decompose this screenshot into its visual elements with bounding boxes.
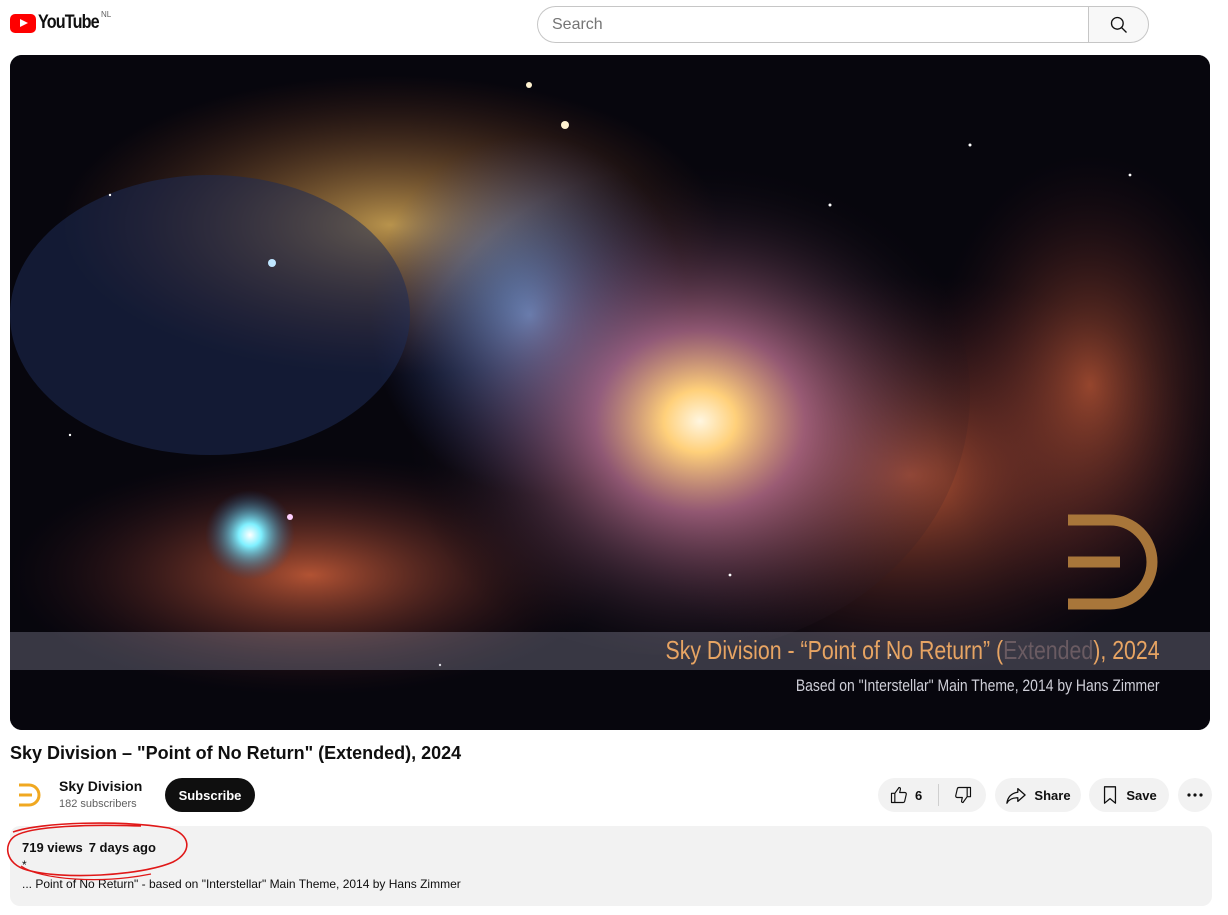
- region-code: NL: [101, 10, 112, 19]
- more-dots-icon: [1187, 793, 1203, 797]
- overlay-title: Sky Division - “Point of No Return” (Ext…: [665, 635, 1160, 665]
- share-arrow-icon: [1006, 788, 1027, 804]
- video-title: Sky Division – "Point of No Return" (Ext…: [10, 743, 462, 763]
- overlay-subtitle: Based on "Interstellar" Main Theme, 2014…: [796, 676, 1160, 695]
- dislike-button[interactable]: [939, 778, 986, 812]
- search-icon: [1110, 16, 1127, 33]
- save-button[interactable]: Save: [1089, 778, 1169, 812]
- more-actions-button[interactable]: [1178, 778, 1212, 812]
- channel-subscribers: 182 subscribers: [59, 798, 137, 810]
- subscribe-button[interactable]: Subscribe: [165, 778, 255, 812]
- youtube-logo[interactable]: YouTube: [10, 12, 109, 34]
- thumbs-down-icon: [954, 786, 971, 804]
- video-player[interactable]: Sky Division - “Point of No Return” (Ext…: [10, 55, 1210, 730]
- top-bar: YouTube NL: [0, 0, 1228, 52]
- share-button[interactable]: Share: [995, 778, 1081, 812]
- channel-name[interactable]: Sky Division: [59, 778, 142, 794]
- like-count: 6: [915, 787, 923, 803]
- save-label: Save: [1126, 787, 1157, 803]
- like-dislike-group: 6: [878, 778, 986, 812]
- youtube-play-icon: [10, 13, 36, 33]
- search-button[interactable]: [1088, 6, 1149, 43]
- thumbs-up-icon: [890, 786, 907, 804]
- like-button[interactable]: 6: [878, 778, 938, 812]
- share-label: Share: [1034, 787, 1071, 803]
- search-input[interactable]: [537, 6, 1088, 43]
- search-bar: [537, 6, 1149, 43]
- video-thumbnail: [10, 55, 1210, 730]
- red-circle-annotation: [6, 822, 188, 881]
- bookmark-icon: [1104, 786, 1117, 804]
- channel-logo-icon[interactable]: [10, 776, 48, 814]
- logo-text: YouTube: [38, 12, 100, 33]
